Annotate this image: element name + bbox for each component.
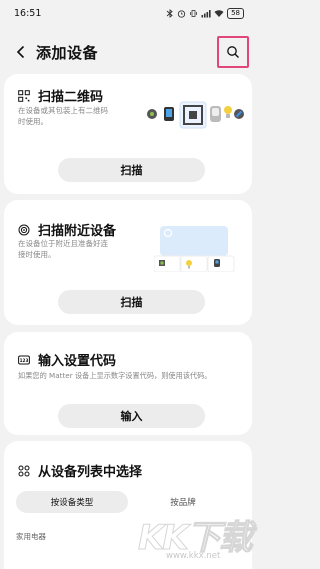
grid-icon <box>18 465 30 477</box>
device-list-title: 从设备列表中选择 <box>18 461 142 480</box>
search-icon <box>227 46 239 58</box>
signal-icon <box>201 9 211 17</box>
scan-nearby-card: 扫描附近设备 在设备位于附近且准备好连 接时使用。 扫描 <box>4 200 252 325</box>
scan-nearby-button[interactable]: 扫描 <box>58 290 205 314</box>
scan-qr-label: 扫描二维码 <box>38 90 104 105</box>
device-list-label: 从设备列表中选择 <box>38 465 143 480</box>
setup-code-button[interactable]: 输入 <box>58 404 205 428</box>
page-title: 添加设备 <box>36 44 99 62</box>
watermark-url: www.kkx.net <box>166 551 221 561</box>
back-button[interactable] <box>10 40 32 64</box>
setup-code-title: 123 输入设置代码 <box>18 350 116 369</box>
search-button[interactable] <box>217 36 249 68</box>
scan-nearby-label: 扫描附近设备 <box>38 224 117 239</box>
scan-nearby-desc: 在设备位于附近且准备好连 接时使用。 <box>18 239 108 259</box>
wifi-icon <box>214 9 224 17</box>
section-home-appliances: 家用电器 <box>16 532 46 541</box>
keypad-icon: 123 <box>18 354 30 366</box>
qr-illustration-icon <box>147 101 244 129</box>
scan-qr-card: 扫描二维码 在设备或其包装上有二维码 时使用。 扫描 <box>4 74 252 194</box>
qr-code-icon <box>18 89 30 102</box>
bluetooth-icon <box>166 8 173 18</box>
scan-qr-button[interactable]: 扫描 <box>58 158 205 182</box>
status-time: 16:51 <box>14 7 42 19</box>
chevron-left-icon <box>16 45 25 59</box>
scan-qr-desc: 在设备或其包装上有二维码 时使用。 <box>18 106 108 126</box>
setup-code-label: 输入设置代码 <box>38 354 117 369</box>
nearby-devices-illustration-icon <box>154 226 235 272</box>
vibrate-icon <box>190 9 197 17</box>
battery-indicator: 58 <box>227 7 244 19</box>
alarm-icon <box>177 9 186 18</box>
scan-nearby-title: 扫描附近设备 <box>18 220 116 239</box>
scan-qr-title: 扫描二维码 <box>18 86 103 105</box>
tab-by-device-type[interactable]: 按设备类型 <box>16 491 128 513</box>
status-bar: 16:51 58 <box>0 0 256 26</box>
setup-code-card: 123 输入设置代码 如果您的 Matter 设备上显示数字设置代码，则使用该代… <box>4 332 252 435</box>
status-icons: 58 <box>166 7 244 19</box>
svg-text:123: 123 <box>20 357 29 362</box>
watermark-logo: KK下载 www.kkx.net <box>138 510 254 566</box>
nearby-signal-icon <box>18 224 30 236</box>
setup-code-desc: 如果您的 Matter 设备上显示数字设置代码，则使用该代码。 <box>18 371 212 380</box>
